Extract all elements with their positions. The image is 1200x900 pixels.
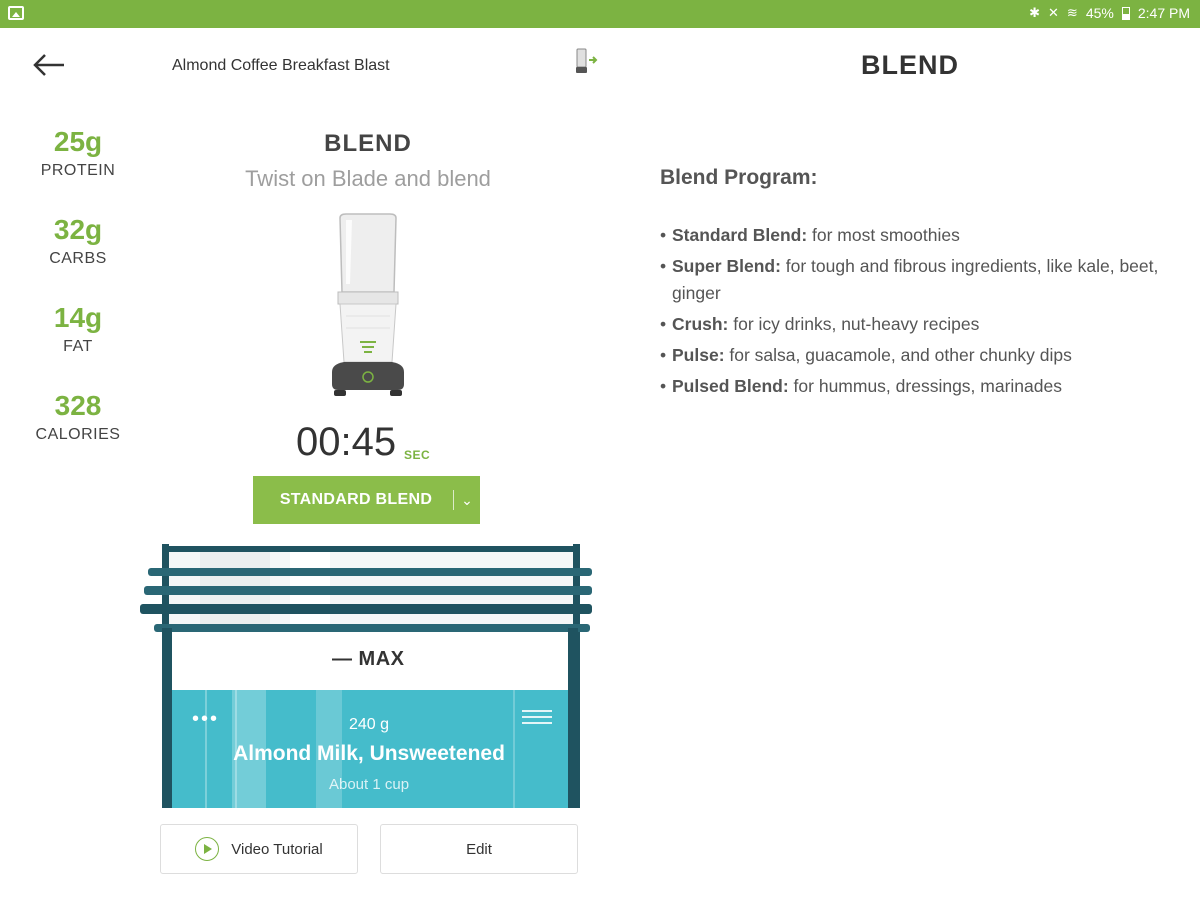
ingredient-quantity: 240 g [348,716,390,733]
nutrition-protein: 25g PROTEIN [20,122,136,210]
recipe-title: Almond Coffee Breakfast Blast [172,57,390,74]
program-description: for salsa, guacamole, and other chunky d… [724,345,1072,365]
bluetooth-icon: ✱ [1029,5,1041,20]
info-heading: BLEND [861,50,959,80]
nutrition-value: 25g [53,126,103,157]
nutrition-label: CALORIES [35,426,121,443]
blender-image [332,213,404,396]
nutrition-value: 328 [54,390,102,421]
battery-icon [1121,6,1130,20]
nutrition-calories: 328 CALORIES [20,386,136,474]
program-description: for icy drinks, nut-heavy recipes [728,314,980,334]
video-tutorial-button[interactable]: Video Tutorial [160,824,358,874]
ingredient-name: Almond Milk, Unsweetened [233,742,505,765]
blend-program-label: STANDARD BLEND [279,491,433,508]
blend-timer: 00:45 [296,420,397,464]
video-tutorial-label: Video Tutorial [231,840,323,858]
step-title: BLEND [324,130,412,157]
arrow-left-icon [33,54,64,76]
blend-program-dropdown[interactable]: STANDARD BLEND ⌄ [253,476,480,524]
back-button[interactable] [30,50,70,80]
nutrition-fat: 14g FAT [20,298,136,386]
blender-connected-icon[interactable] [574,46,598,78]
nutrition-value: 32g [53,214,103,245]
nutrition-label: PROTEIN [40,162,116,179]
edit-label: Edit [466,840,492,858]
list-item: Standard Blend: for most smoothies [660,222,1160,249]
program-description: for most smoothies [807,225,960,245]
nutrition-summary: 25g PROTEIN 32g CARBS 14g FAT 328 CALORI… [20,122,136,474]
play-icon [195,837,220,861]
ingredient-card[interactable]: ••• 240 g Almond Milk, Unsweetened About… [172,690,566,806]
program-description: for hummus, dressings, marinades [788,376,1062,396]
nutrition-carbs: 32g CARBS [20,210,136,298]
chevron-down-icon: ⌄ [461,491,473,508]
clock: 2:47 PM [1137,5,1190,21]
blend-program-list: Standard Blend: for most smoothies Super… [660,222,1160,404]
wifi-icon: ≋ [1066,5,1078,20]
edit-button[interactable]: Edit [380,824,578,874]
status-bar: ✱ ✕ ≋ 45% 2:47 PM [0,0,1200,28]
list-item: Super Blend: for tough and fibrous ingre… [660,253,1160,307]
program-name: Super Blend: [672,256,781,276]
timer-unit: SEC [404,448,431,462]
nutrition-label: FAT [63,338,93,355]
list-item: Pulse: for salsa, guacamole, and other c… [660,342,1160,369]
nutrition-label: CARBS [49,250,107,267]
gallery-icon [8,6,24,20]
nutrition-value: 14g [53,302,103,333]
battery-percent: 45% [1085,5,1114,21]
list-item: Pulsed Blend: for hummus, dressings, mar… [660,373,1160,400]
max-fill-label: — MAX [332,648,405,670]
status-icons: ✱ ✕ ≋ 45% 2:47 PM [1029,5,1190,21]
program-name: Pulse: [672,345,725,365]
list-item: Crush: for icy drinks, nut-heavy recipes [660,311,1160,338]
program-name: Pulsed Blend: [672,376,789,396]
blend-program-title: Blend Program: [660,166,818,189]
program-name: Crush: [672,314,729,334]
program-name: Standard Blend: [672,225,808,245]
ingredient-amount: About 1 cup [328,776,410,793]
step-instruction: Twist on Blade and blend [245,166,491,191]
mute-icon: ✕ [1048,5,1059,20]
